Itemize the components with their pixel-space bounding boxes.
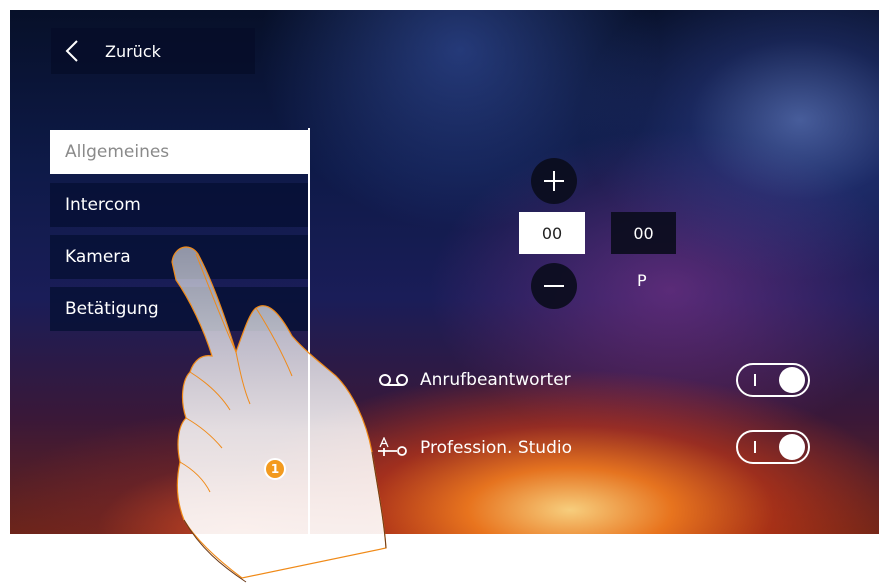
decrease-button[interactable] [531,263,577,309]
sidebar-item-allgemeines[interactable]: Allgemeines [50,130,308,174]
back-label: Zurück [105,41,161,61]
sidebar-item-intercom[interactable]: Intercom [50,183,308,227]
professional-studio-toggle[interactable] [736,430,810,464]
sidebar-item-label: Betätigung [65,299,159,319]
sidebar-item-label: Allgemeines [65,142,170,162]
minus-icon [544,285,564,287]
step-number-badge: 1 [264,458,286,480]
chevron-left-icon [51,39,93,63]
hour-value-field[interactable]: 00 [519,212,585,254]
option-label: Anrufbeantworter [420,370,571,390]
sidebar-item-kamera[interactable]: Kamera [50,235,308,279]
plus-icon [544,171,564,191]
back-button[interactable]: Zurück [51,28,255,74]
menu-divider [308,128,310,534]
sidebar-item-label: Intercom [65,195,141,215]
minute-value-field[interactable]: 00 [611,212,676,254]
sidebar-item-label: Kamera [65,247,131,267]
increase-button[interactable] [531,158,577,204]
answering-machine-toggle[interactable] [736,363,810,397]
sidebar-item-betaetigung[interactable]: Betätigung [50,287,308,331]
option-label: Profession. Studio [420,438,572,458]
professional-studio-icon [378,437,420,459]
value-unit-label: P [637,271,647,290]
intercom-screen: Zurück Allgemeines Intercom Kamera Betät… [10,10,879,534]
voicemail-icon [378,373,420,387]
